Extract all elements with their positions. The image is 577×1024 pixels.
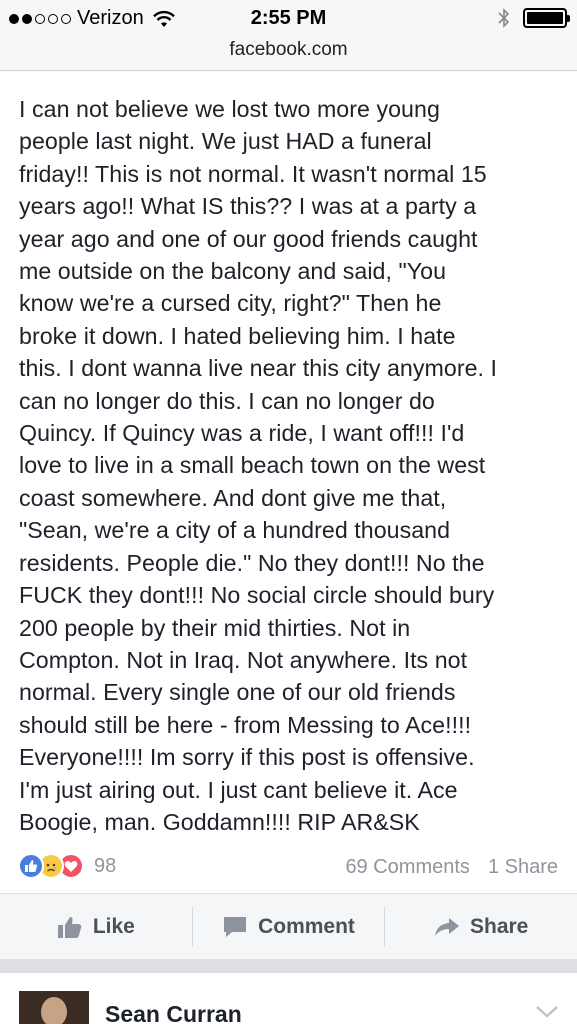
status-bar: Verizon 2:55 PM — [0, 0, 577, 36]
reaction-count: 98 — [94, 854, 117, 877]
comment-bubble-icon — [224, 916, 247, 937]
bluetooth-icon — [498, 8, 510, 28]
battery-level — [527, 12, 563, 24]
post-body: I can not believe we lost two more young… — [19, 96, 498, 835]
address-bar[interactable]: facebook.com — [0, 36, 577, 71]
like-reaction-icon — [18, 853, 44, 879]
share-label: Share — [469, 914, 529, 938]
feed-separator — [0, 959, 577, 973]
author-name[interactable]: Sean Curran — [105, 1001, 242, 1024]
url-text: facebook.com — [229, 39, 348, 60]
thumbs-up-icon — [57, 916, 82, 938]
status-right — [497, 7, 570, 29]
post-action-bar: Like Comment Share — [0, 893, 577, 959]
status-time: 2:55 PM — [250, 7, 327, 29]
shares-count-link[interactable]: 1 Share — [488, 856, 558, 879]
comment-label: Comment — [258, 914, 355, 938]
next-post-header: Sean Curran — [0, 973, 577, 1024]
like-label: Like — [92, 914, 135, 938]
share-button[interactable]: Share — [385, 894, 577, 959]
share-arrow-icon — [434, 917, 459, 936]
chevron-down-icon[interactable] — [535, 1005, 559, 1019]
avatar[interactable] — [19, 991, 89, 1024]
comment-button[interactable]: Comment — [193, 894, 385, 959]
comments-count-link[interactable]: 69 Comments — [345, 856, 470, 879]
like-button[interactable]: Like — [0, 894, 192, 959]
post-meta: 69 Comments 1 Share — [345, 856, 558, 879]
reactions-summary[interactable]: 98 — [18, 853, 116, 879]
battery-icon — [523, 8, 570, 28]
